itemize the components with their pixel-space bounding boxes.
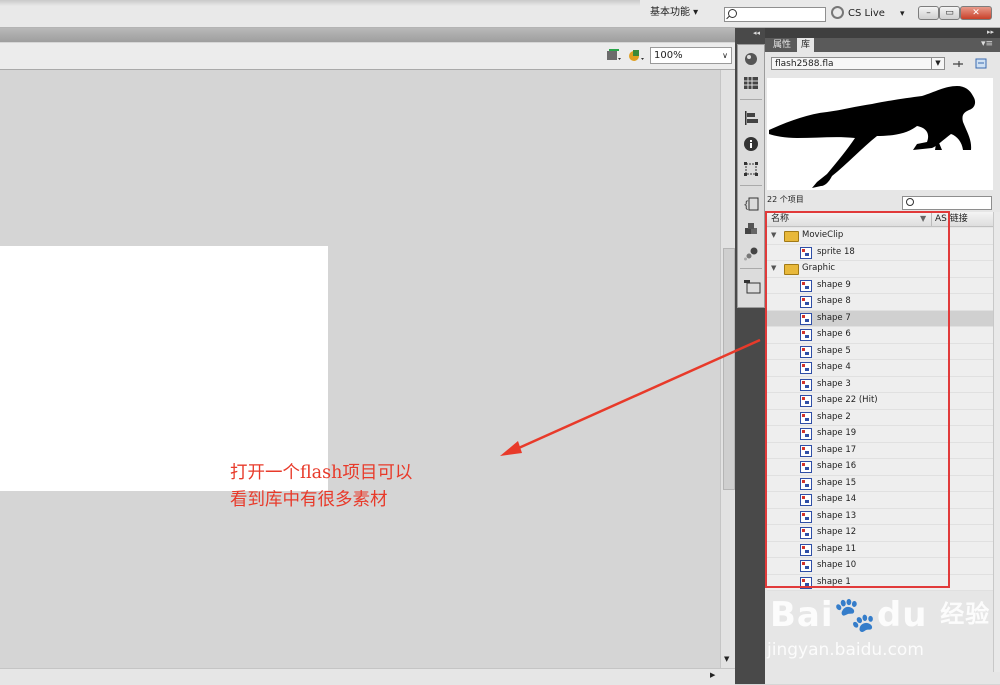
annotation-line-2: 看到库中有很多素材 [230,490,388,510]
watermark-url: jingyan.baidu.com [767,640,924,660]
annotation-arrow [500,338,761,456]
paw-icon: 🐾 [833,595,877,635]
watermark-logo: Bai🐾du 经验 [770,595,991,635]
annotation-text: 打开一个flash项目可以 看到库中有很多素材 [230,460,412,514]
annotation-line-1: 打开一个flash项目可以 [230,463,413,483]
